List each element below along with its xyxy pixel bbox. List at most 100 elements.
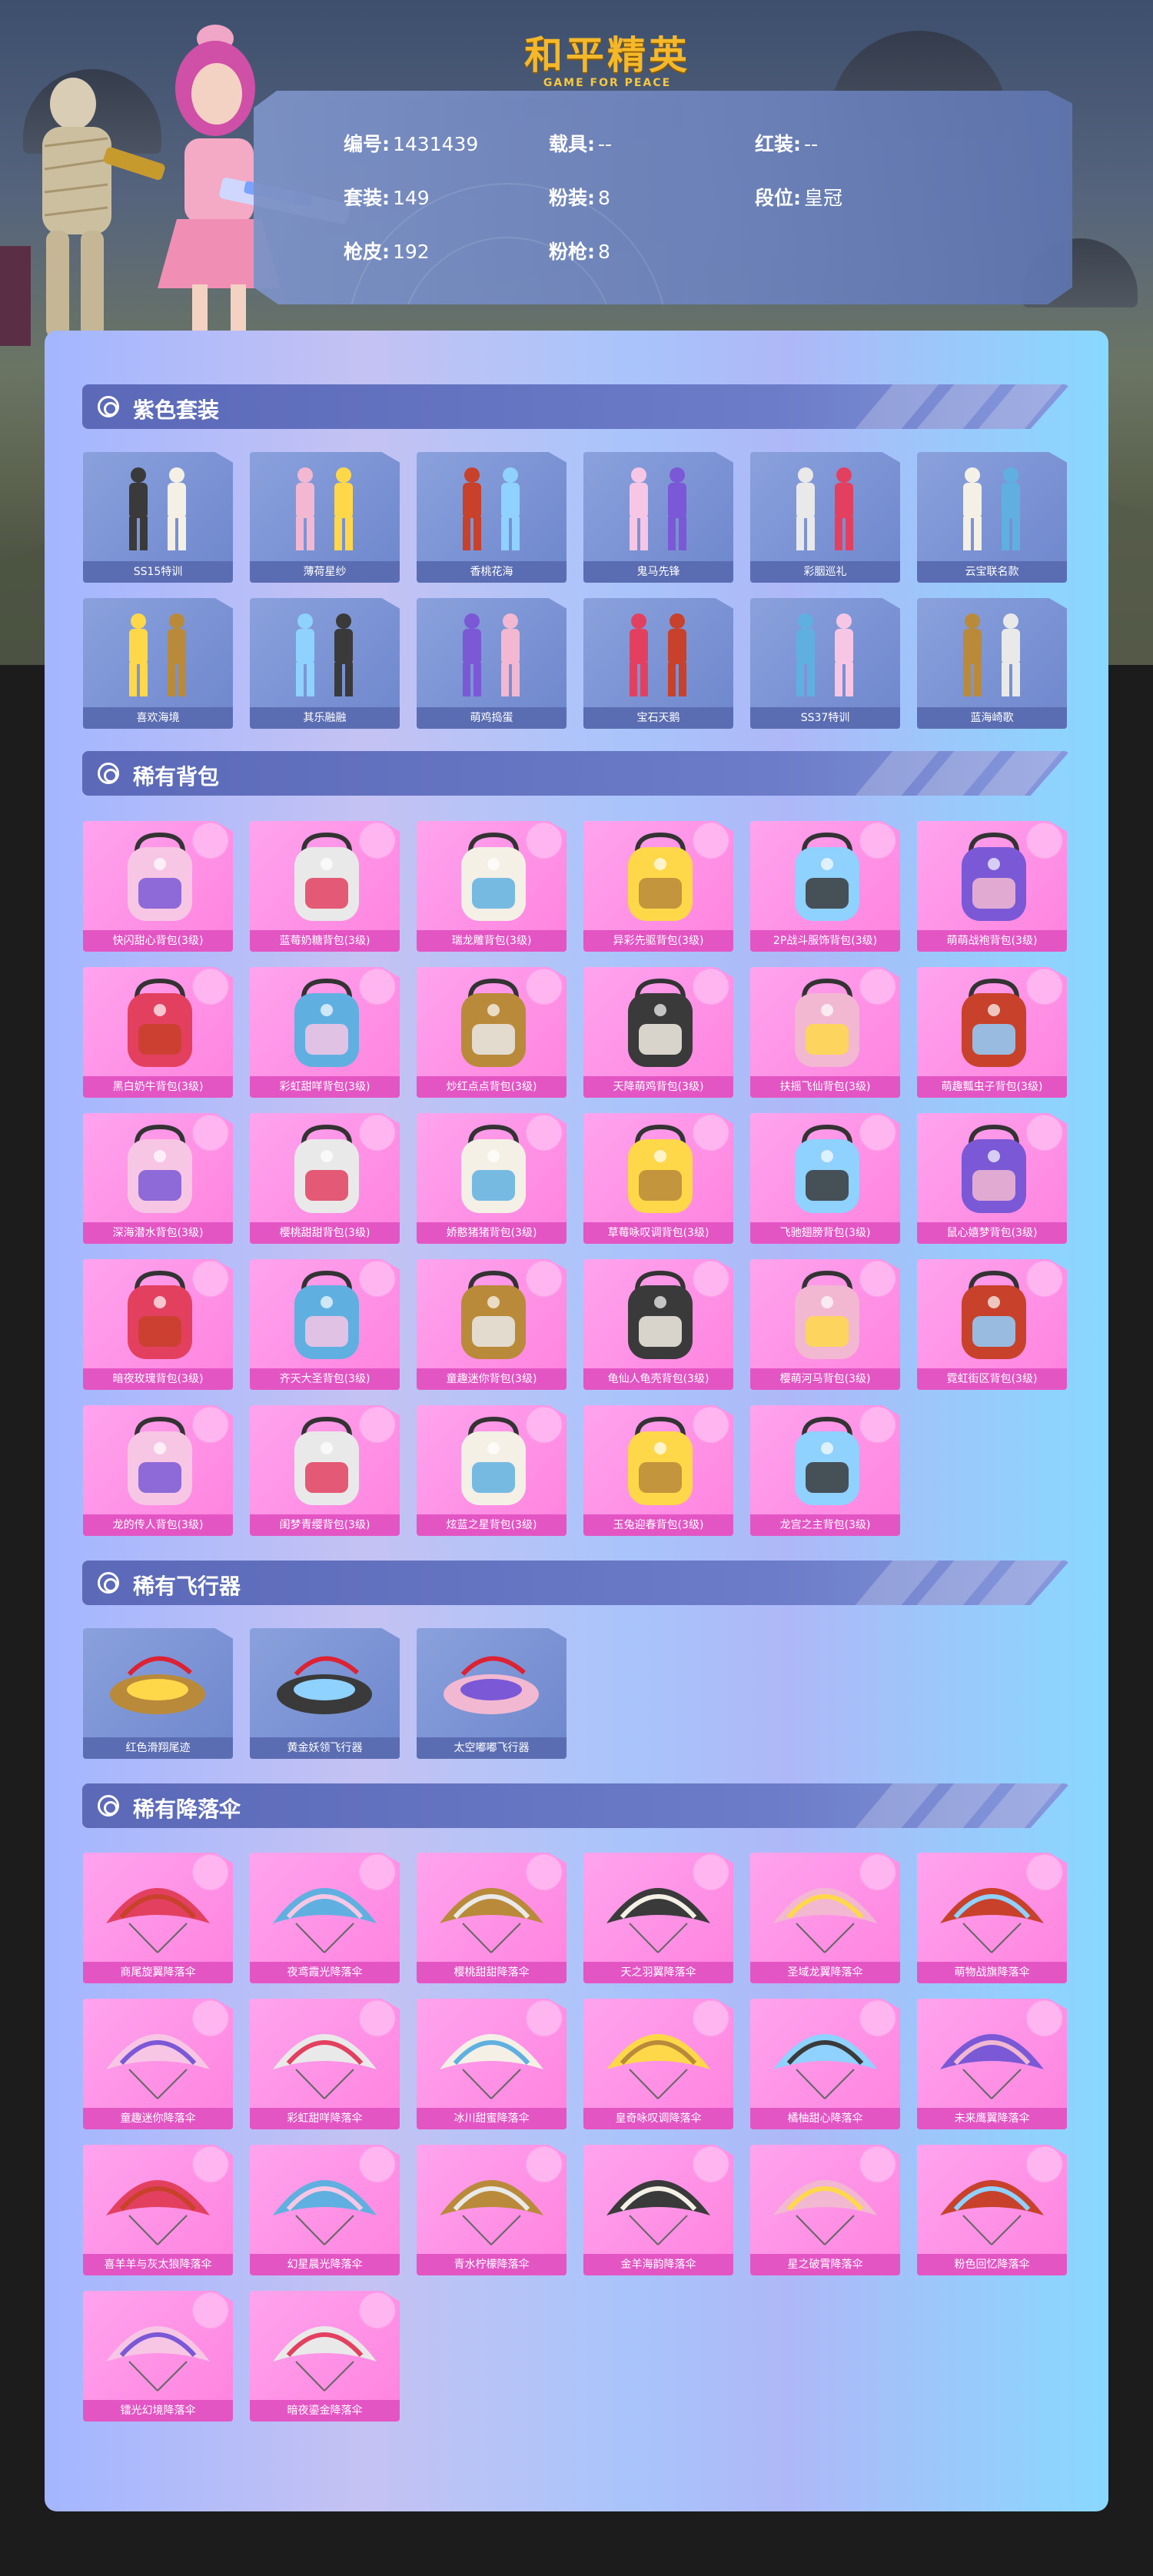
item-tile[interactable]: 童趣迷你降落伞 [83,1999,233,2129]
item-name: 飞驰翅膀背包(3级) [750,1222,900,1244]
item-tile[interactable]: 粉色回忆降落伞 [917,2145,1067,2275]
item-tile[interactable]: 娇憨猪猪背包(3级) [417,1113,567,1244]
item-tile[interactable]: 炫蓝之星背包(3级) [417,1405,567,1536]
item-tile[interactable]: 鬼马先锋 [583,452,733,583]
item-tile[interactable]: 瑞龙雕背包(3级) [417,821,567,952]
item-tile[interactable]: 蓝莓奶糖背包(3级) [250,821,400,952]
item-name: 青水柠檬降落伞 [417,2254,567,2275]
backpack-icon [128,978,192,1067]
item-tile[interactable]: 青水柠檬降落伞 [417,2145,567,2275]
item-tile[interactable]: 其乐融融 [250,598,400,729]
backpack-icon [461,1124,526,1213]
item-tile[interactable]: 樱桃甜甜背包(3级) [250,1113,400,1244]
item-tile[interactable]: 宝石天鹅 [583,598,733,729]
item-tile[interactable]: 香桃花海 [417,452,567,583]
page-root: 和平精英 GAME FOR PEACE 编号: 1431439 载具: -- 红装: --… [0,0,1153,2576]
parachute-icon [273,2326,377,2392]
item-tile[interactable]: 齐天大圣背包(3级) [250,1259,400,1390]
item-tile[interactable]: 草莓咏叹调背包(3级) [583,1113,733,1244]
item-tile[interactable]: 炒红点点背包(3级) [417,967,567,1098]
item-tile[interactable]: 玉兔迎春背包(3级) [583,1405,733,1536]
item-name: 皇奇咏叹调降落伞 [583,2108,733,2129]
parachute-icon [940,2034,1044,2099]
info-value: 149 [393,187,430,209]
item-tile[interactable]: SS37特训 [750,598,900,729]
item-tile[interactable]: 冰川甜蜜降落伞 [417,1999,567,2129]
outfit-icon [463,467,520,550]
item-tile[interactable]: 龟仙人龟壳背包(3级) [583,1259,733,1390]
backpack-icon [461,1270,526,1359]
item-tile[interactable]: 闺梦青缨背包(3级) [250,1405,400,1536]
item-name: 冰川甜蜜降落伞 [417,2108,567,2129]
item-name: 未来鹰翼降落伞 [917,2108,1067,2129]
outfit-icon [630,467,686,550]
parachute-icon [440,2180,543,2245]
item-tile[interactable]: 蓝海崎歌 [917,598,1067,729]
item-name: 香桃花海 [417,561,567,583]
info-field: 红装: -- [755,129,818,157]
info-field: 枪皮: 192 [344,237,430,264]
item-tile[interactable]: 樱萌河马背包(3级) [750,1259,900,1390]
item-tile[interactable]: 圣域龙翼降落伞 [750,1853,900,1983]
item-tile[interactable]: 霓虹街区背包(3级) [917,1259,1067,1390]
item-tile[interactable]: 云宝联名款 [917,452,1067,583]
item-tile[interactable]: 金羊海韵降落伞 [583,2145,733,2275]
backpack-icon [461,832,526,921]
item-tile[interactable]: 龙的传人背包(3级) [83,1405,233,1536]
item-tile[interactable]: 皇奇咏叹调降落伞 [583,1999,733,2129]
item-tile[interactable]: 未来鹰翼降落伞 [917,1999,1067,2129]
item-tile[interactable]: 红色滑翔尾迹 [83,1628,233,1759]
item-tile[interactable]: 商尾旋翼降落伞 [83,1853,233,1983]
item-tile[interactable]: 黄金妖领飞行器 [250,1628,400,1759]
backpack-icon [628,1124,693,1213]
item-tile[interactable]: 萌鸡捣蛋 [417,598,567,729]
item-name: 粉色回忆降落伞 [917,2254,1067,2275]
item-tile[interactable]: 暗夜玫瑰背包(3级) [83,1259,233,1390]
item-tile[interactable]: 橘柚甜心降落伞 [750,1999,900,2129]
item-name: 夜鸢霞光降落伞 [250,1962,400,1983]
item-tile[interactable]: SS15特训 [83,452,233,583]
item-tile[interactable]: 喜欢海境 [83,598,233,729]
target-icon [98,763,119,784]
item-tile[interactable]: 深海潜水背包(3级) [83,1113,233,1244]
item-tile[interactable]: 童趣迷你背包(3级) [417,1259,567,1390]
outfit-icon [296,467,353,550]
item-tile[interactable]: 萌物战旗降落伞 [917,1853,1067,1983]
item-name: 云宝联名款 [917,561,1067,583]
item-tile[interactable]: 夜鸢霞光降落伞 [250,1853,400,1983]
item-tile[interactable]: 喜羊羊与灰太狼降落伞 [83,2145,233,2275]
item-name: 金羊海韵降落伞 [583,2254,733,2275]
item-tile[interactable]: 龙宫之主背包(3级) [750,1405,900,1536]
item-tile[interactable]: 扶摇飞仙背包(3级) [750,967,900,1098]
item-tile[interactable]: 薄荷星纱 [250,452,400,583]
item-tile[interactable]: 萌趣瓢虫子背包(3级) [917,967,1067,1098]
item-tile[interactable]: 2P战斗服饰背包(3级) [750,821,900,952]
item-tile[interactable]: 异彩先驱背包(3级) [583,821,733,952]
item-tile[interactable]: 暗夜鎏金降落伞 [250,2291,400,2421]
item-tile[interactable]: 彩虹甜咩背包(3级) [250,967,400,1098]
item-tile[interactable]: 天之羽翼降落伞 [583,1853,733,1983]
item-tile[interactable]: 鼠心嬉梦背包(3级) [917,1113,1067,1244]
backpack-icon [128,1124,192,1213]
item-tile[interactable]: 彩虹甜咩降落伞 [250,1999,400,2129]
item-name: 樱萌河马背包(3级) [750,1368,900,1390]
item-name: SS37特训 [750,707,900,729]
backpack-icon [795,1124,859,1213]
item-tile[interactable]: 星之破霄降落伞 [750,2145,900,2275]
item-tile[interactable]: 彩胭巡礼 [750,452,900,583]
item-name: 炒红点点背包(3级) [417,1076,567,1098]
backpack-icon [962,832,1026,921]
info-key: 编号: [344,133,390,155]
item-tile[interactable]: 幻星晨光降落伞 [250,2145,400,2275]
item-tile[interactable]: 天降萌鸡背包(3级) [583,967,733,1098]
item-tile[interactable]: 快闪甜心背包(3级) [83,821,233,952]
item-tile[interactable]: 樱桃甜甜降落伞 [417,1853,567,1983]
item-name: 橘柚甜心降落伞 [750,2108,900,2129]
item-tile[interactable]: 太空嘟嘟飞行器 [417,1628,567,1759]
item-tile[interactable]: 黑白奶牛背包(3级) [83,967,233,1098]
item-tile[interactable]: 萌萌战袍背包(3级) [917,821,1067,952]
info-value: 8 [598,187,610,209]
item-tile[interactable]: 镭光幻境降落伞 [83,2291,233,2421]
info-key: 粉装: [549,187,595,209]
item-tile[interactable]: 飞驰翅膀背包(3级) [750,1113,900,1244]
